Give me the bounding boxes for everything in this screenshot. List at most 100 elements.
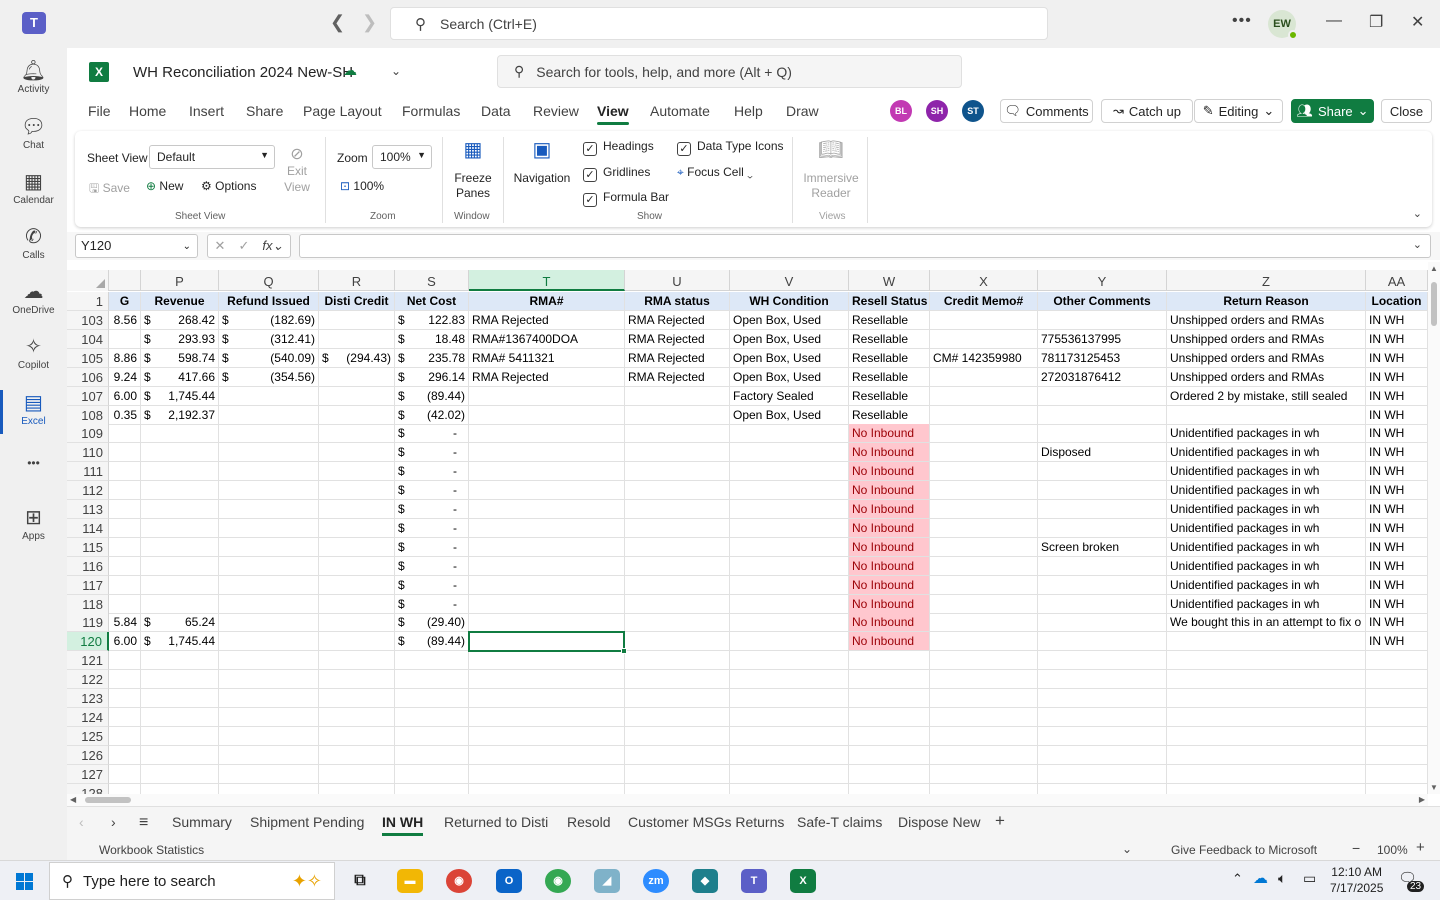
cell[interactable] [141,443,219,462]
row-header[interactable]: 113 [67,500,109,519]
cell[interactable] [141,500,219,519]
cell[interactable]: Resellable [849,349,930,368]
cell[interactable]: $ - [395,462,469,481]
cell[interactable] [319,708,395,727]
cell[interactable]: $ (42.02) [395,406,469,425]
cell[interactable] [395,765,469,784]
cell[interactable]: No Inbound [849,613,930,632]
zoom-app-icon[interactable]: zm [643,869,669,893]
cell[interactable] [219,632,319,651]
cell[interactable] [219,727,319,746]
cell[interactable] [1167,689,1366,708]
app-icon[interactable]: ◆ [692,869,718,893]
cell[interactable] [730,481,849,500]
cell[interactable] [625,765,730,784]
cell[interactable] [1366,651,1428,670]
row-header[interactable]: 117 [67,576,109,595]
excel-taskbar-icon[interactable]: X [790,869,816,893]
cell[interactable]: IN WH [1366,349,1428,368]
cell[interactable] [1366,727,1428,746]
cell[interactable] [109,765,141,784]
row-header[interactable]: 120 [67,632,109,651]
cell[interactable] [319,727,395,746]
cell[interactable] [625,613,730,632]
cell[interactable] [1366,784,1428,794]
cell[interactable] [109,689,141,708]
cell[interactable]: $ - [395,538,469,557]
cell[interactable]: Unshipped orders and RMAs [1167,311,1366,330]
cell[interactable]: Unidentified packages in wh [1167,462,1366,481]
cell[interactable] [109,651,141,670]
cell[interactable]: $1,745.44 [141,387,219,406]
cell[interactable]: IN WH [1366,538,1428,557]
cell[interactable]: No Inbound [849,595,930,614]
cell[interactable] [109,576,141,595]
cell[interactable]: $1,745.44 [141,632,219,651]
cell[interactable]: RMA Rejected [469,368,625,387]
tab-insert[interactable]: Insert [189,103,224,119]
cell[interactable] [1038,387,1167,406]
cell[interactable] [730,538,849,557]
row-header[interactable]: 119 [67,613,109,632]
cell[interactable] [219,651,319,670]
minimize-icon[interactable]: — [1326,12,1342,30]
cell[interactable] [930,727,1038,746]
cell[interactable] [219,689,319,708]
cell[interactable] [625,406,730,425]
cell[interactable]: Open Box, Used [730,406,849,425]
cell[interactable] [109,462,141,481]
cell[interactable] [930,462,1038,481]
cell[interactable]: No Inbound [849,519,930,538]
cell[interactable]: Unshipped orders and RMAs [1167,368,1366,387]
row-header[interactable]: 109 [67,424,109,443]
cell[interactable]: Screen broken [1038,538,1167,557]
cell[interactable]: IN WH [1366,368,1428,387]
cell[interactable] [141,670,219,689]
row-header[interactable]: 126 [67,746,109,765]
cell[interactable] [930,784,1038,794]
cell[interactable]: Open Box, Used [730,330,849,349]
cell[interactable]: Unidentified packages in wh [1167,424,1366,443]
status-zoom-level[interactable]: 100% [1377,843,1408,857]
column-header[interactable] [109,270,141,291]
cell[interactable]: IN WH [1366,330,1428,349]
row-header[interactable]: 121 [67,651,109,670]
cell[interactable] [319,387,395,406]
cell[interactable] [319,651,395,670]
cell[interactable] [319,368,395,387]
chrome-profile-icon[interactable]: ◉ [545,869,571,893]
cell[interactable] [625,651,730,670]
cell[interactable]: IN WH [1366,424,1428,443]
cell[interactable] [141,689,219,708]
cell[interactable] [219,387,319,406]
cell[interactable] [319,538,395,557]
rail-item-excel[interactable]: ▤ Excel [0,390,67,427]
cell[interactable] [1038,765,1167,784]
cell[interactable]: Net Cost [395,292,469,311]
cell[interactable] [930,406,1038,425]
cell[interactable] [1366,765,1428,784]
cell[interactable] [141,557,219,576]
row-header[interactable]: 106 [67,368,109,387]
onedrive-tray-icon[interactable]: ☁ [1253,869,1268,887]
cell[interactable] [930,576,1038,595]
column-header[interactable]: X [930,270,1038,291]
tab-view[interactable]: View [597,103,629,125]
cell[interactable] [1038,689,1167,708]
cell[interactable]: No Inbound [849,424,930,443]
cell[interactable] [219,557,319,576]
cell[interactable]: $ (354.56) [219,368,319,387]
cell[interactable]: No Inbound [849,500,930,519]
forward-arrow-icon[interactable]: ❯ [362,12,377,33]
cell[interactable] [730,746,849,765]
cell[interactable] [141,519,219,538]
cell[interactable]: 6.00 [109,632,141,651]
cell[interactable] [730,519,849,538]
row-header[interactable]: 105 [67,349,109,368]
row-header[interactable]: 114 [67,519,109,538]
cell[interactable] [930,387,1038,406]
cell[interactable] [1038,311,1167,330]
vertical-scrollbar[interactable]: ▲ ▼ [1428,262,1440,794]
cell[interactable]: $417.66 [141,368,219,387]
vertical-scroll-thumb[interactable] [1431,282,1437,326]
